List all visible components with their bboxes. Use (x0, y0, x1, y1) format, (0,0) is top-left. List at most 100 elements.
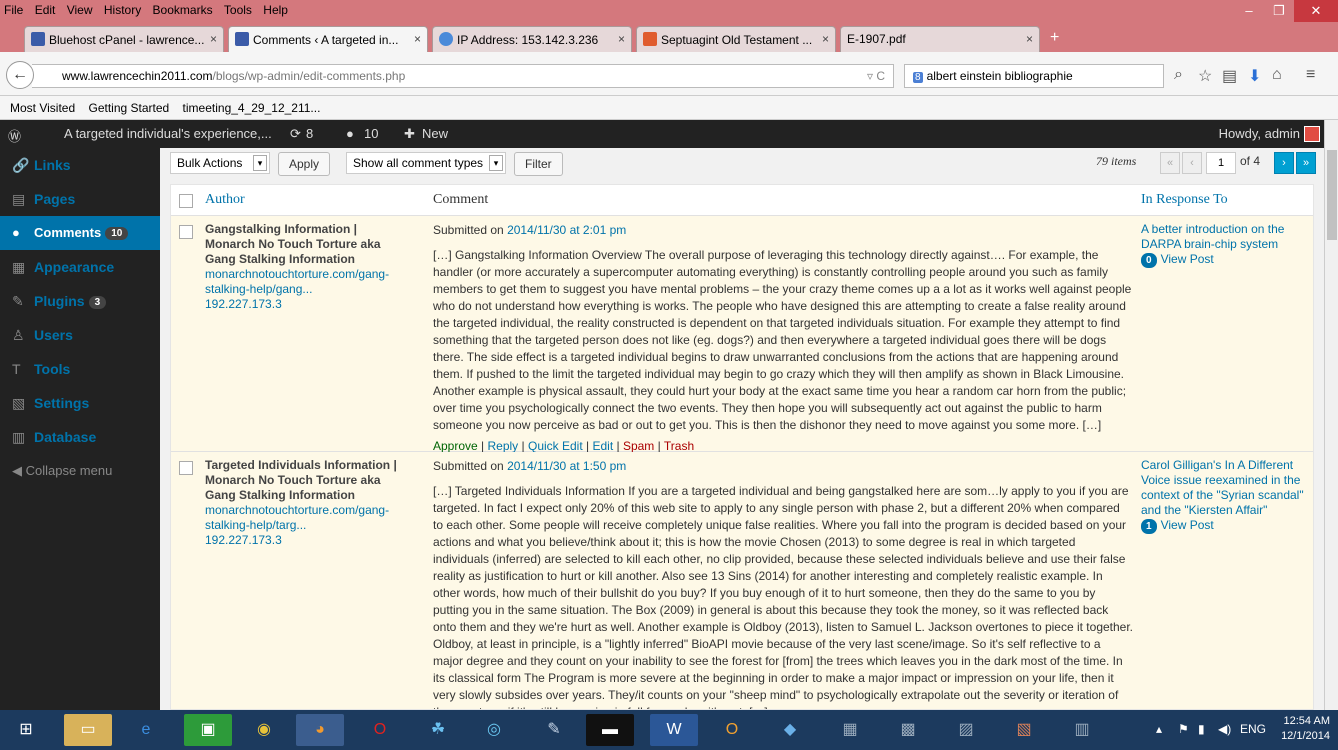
row-checkbox[interactable] (179, 461, 193, 475)
scrollbar-thumb[interactable] (1327, 150, 1337, 240)
comment-count-bubble[interactable]: 1 (1141, 519, 1157, 534)
menu-edit[interactable]: Edit (31, 0, 60, 20)
comment-bubble-icon[interactable]: ● (346, 126, 354, 141)
response-post-link[interactable]: A better introduction on the DARPA brain… (1141, 222, 1309, 252)
chat-app-icon[interactable]: ◆ (766, 714, 814, 746)
column-author[interactable]: Author (205, 192, 245, 208)
volume-icon[interactable]: ◀) (1218, 722, 1231, 736)
tab-bluehost[interactable]: Bluehost cPanel - lawrence... × (24, 26, 224, 52)
tab-pdf[interactable]: E-1907.pdf × (840, 26, 1040, 52)
sidebar-item-pages[interactable]: ▤ Pages (0, 182, 160, 216)
column-response[interactable]: In Response To (1141, 192, 1228, 208)
last-page-button[interactable]: » (1296, 152, 1316, 174)
spam-link[interactable]: Spam (623, 439, 654, 453)
menu-view[interactable]: View (63, 0, 97, 20)
apply-button[interactable]: Apply (278, 152, 331, 176)
comment-count-bubble[interactable]: 0 (1141, 253, 1157, 268)
media-app-icon[interactable]: ◎ (470, 714, 518, 746)
tab-septuagint[interactable]: Septuagint Old Testament ... × (636, 26, 836, 52)
windows-start-icon[interactable]: ⊞ (2, 714, 50, 746)
current-page-input[interactable]: 1 (1206, 152, 1236, 174)
app-icon-gray[interactable]: ▥ (1058, 714, 1106, 746)
sidebar-item-links[interactable]: 🔗 Links (0, 148, 160, 182)
word-icon[interactable]: W (650, 714, 698, 746)
new-tab-button[interactable]: + (1050, 29, 1059, 47)
site-name[interactable]: A targeted individual's experience,... (64, 126, 272, 141)
howdy-user[interactable]: Howdy, admin (1219, 126, 1300, 141)
language-indicator[interactable]: ENG (1240, 722, 1266, 736)
menu-help[interactable]: Help (259, 0, 292, 20)
menu-bookmarks[interactable]: Bookmarks (149, 0, 217, 20)
page-scrollbar[interactable] (1324, 120, 1338, 710)
comments-count[interactable]: 10 (364, 126, 378, 141)
updates-count[interactable]: 8 (306, 126, 313, 141)
sidebar-item-tools[interactable]: T Tools (0, 352, 160, 386)
first-page-button[interactable]: « (1160, 152, 1180, 174)
search-box[interactable]: 8 albert einstein bibliographie (904, 64, 1164, 88)
sidebar-item-settings[interactable]: ▧ Settings (0, 386, 160, 420)
trash-link[interactable]: Trash (664, 439, 694, 453)
home-icon[interactable]: ⌂ (1272, 66, 1282, 84)
paint-icon[interactable]: ✎ (530, 714, 578, 746)
view-post-link[interactable]: View Post (1161, 252, 1214, 266)
tab-close-icon[interactable]: × (618, 32, 625, 46)
outlook-icon[interactable]: O (708, 714, 756, 746)
comment-date-link[interactable]: 2014/11/30 at 1:50 pm (507, 459, 626, 473)
internet-explorer-icon[interactable]: e (122, 714, 170, 746)
menu-history[interactable]: History (100, 0, 145, 20)
select-all-checkbox[interactable] (179, 194, 193, 208)
app-icon-gray[interactable]: ▨ (942, 714, 990, 746)
prev-page-button[interactable]: ‹ (1182, 152, 1202, 174)
bookmark-getting-started[interactable]: Getting Started (88, 101, 169, 115)
bookmark-timeeting[interactable]: timeeting_4_29_12_211... (183, 101, 321, 115)
row-checkbox[interactable] (179, 225, 193, 239)
edit-link[interactable]: Edit (592, 439, 613, 453)
menu-file[interactable]: File (0, 0, 27, 20)
tray-flag-icon[interactable]: ⚑ (1178, 722, 1189, 736)
tab-close-icon[interactable]: × (1026, 32, 1033, 46)
updates-icon[interactable]: ⟳ (290, 126, 301, 142)
comment-date-link[interactable]: 2014/11/30 at 2:01 pm (507, 223, 626, 237)
minimize-icon[interactable]: – (1234, 0, 1264, 22)
command-prompt-icon[interactable]: ▬ (586, 714, 634, 746)
filter-button[interactable]: Filter (514, 152, 563, 176)
collapse-menu-button[interactable]: ◀ Collapse menu (0, 454, 160, 488)
new-content-link[interactable]: New (422, 126, 448, 141)
tab-close-icon[interactable]: × (414, 32, 421, 46)
tab-ip-address[interactable]: IP Address: 153.142.3.236 × (432, 26, 632, 52)
sidebar-item-database[interactable]: ▥ Database (0, 420, 160, 454)
download-icon[interactable]: ⬇ (1248, 66, 1261, 86)
reply-link[interactable]: Reply (488, 439, 519, 453)
file-explorer-icon[interactable]: ▭ (64, 714, 112, 746)
sidebar-item-plugins[interactable]: ✎ Plugins 3 (0, 284, 160, 318)
bookmark-star-icon[interactable]: ☆ (1198, 66, 1212, 86)
author-ip[interactable]: 192.227.173.3 (205, 533, 401, 548)
app-icon-orange[interactable]: ▧ (1000, 714, 1048, 746)
sidebar-item-comments[interactable]: ● Comments 10 (0, 216, 160, 250)
reading-list-icon[interactable]: ▤ (1222, 66, 1237, 86)
author-url[interactable]: monarchnotouchtorture.com/gang-stalking-… (205, 503, 401, 533)
avatar[interactable] (1304, 126, 1320, 142)
address-bar[interactable]: www.lawrencechin2011.com/blogs/wp-admin/… (32, 64, 894, 88)
response-post-link[interactable]: Carol Gilligan's In A Different Voice is… (1141, 458, 1309, 518)
quick-edit-link[interactable]: Quick Edit (528, 439, 583, 453)
wordpress-logo-icon[interactable]: Ⓦ (8, 126, 21, 145)
tab-close-icon[interactable]: × (210, 32, 217, 46)
app-icon-gray[interactable]: ▩ (884, 714, 932, 746)
people-app-icon[interactable]: ☘ (414, 714, 462, 746)
network-icon[interactable]: ▮ (1198, 722, 1205, 736)
approve-link[interactable]: Approve (433, 439, 478, 453)
bulk-actions-select[interactable]: Bulk Actions ▾ (170, 152, 270, 174)
sidebar-item-users[interactable]: ♙ Users (0, 318, 160, 352)
firefox-icon[interactable]: ◕ (296, 714, 344, 746)
tab-close-icon[interactable]: × (822, 32, 829, 46)
back-button[interactable]: ← (6, 61, 34, 89)
comment-type-select[interactable]: Show all comment types ▾ (346, 152, 506, 174)
app-icon-gray[interactable]: ▦ (826, 714, 874, 746)
tray-arrow-icon[interactable]: ▴ (1156, 722, 1162, 736)
author-url[interactable]: monarchnotouchtorture.com/gang-stalking-… (205, 267, 401, 297)
tab-comments[interactable]: Comments ‹ A targeted in... × (228, 26, 428, 52)
bookmark-most-visited[interactable]: Most Visited (10, 101, 75, 115)
clock[interactable]: 12:54 AM 12/1/2014 (1281, 714, 1330, 744)
menu-tools[interactable]: Tools (220, 0, 256, 20)
